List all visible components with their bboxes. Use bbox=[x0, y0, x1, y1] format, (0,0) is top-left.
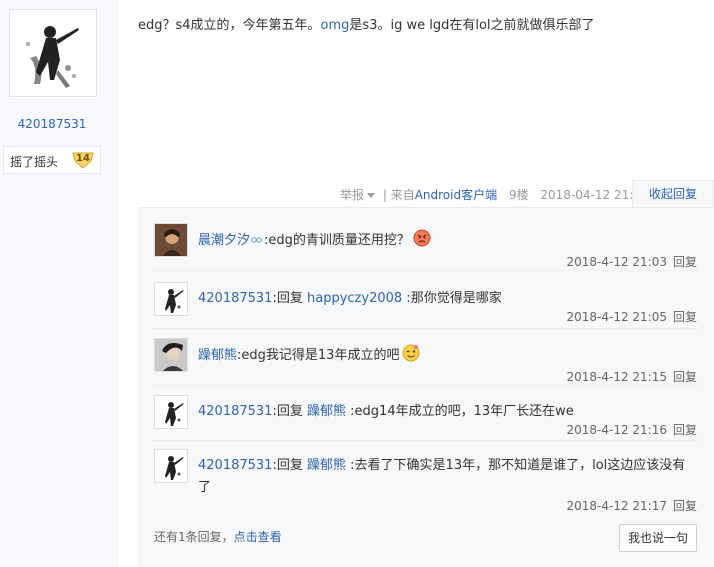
avatar[interactable] bbox=[154, 395, 188, 429]
chevron-down-icon[interactable] bbox=[367, 193, 376, 198]
avatar-portrait-icon bbox=[155, 339, 187, 371]
reply-word: 回复 bbox=[276, 458, 303, 473]
reply-meta: 2018-4-12 21:16 回复 bbox=[566, 421, 697, 438]
reply-to-user[interactable]: 躁郁熊 bbox=[307, 458, 346, 473]
reply-time: 2018-4-12 21:03 bbox=[566, 255, 667, 269]
reply-button[interactable]: 回复 bbox=[673, 310, 697, 324]
avatar[interactable] bbox=[154, 282, 188, 316]
reply-time: 2018-4-12 21:05 bbox=[566, 310, 667, 324]
wink-emoji-icon bbox=[402, 344, 420, 362]
reply-to-user[interactable]: happyczy2008 bbox=[307, 291, 402, 306]
reply-compose-button[interactable]: 我也说一句 bbox=[619, 524, 697, 552]
reply-text: 晨潮夕汐:edg的青训质量还用挖？ bbox=[198, 229, 688, 252]
avatar[interactable] bbox=[154, 338, 188, 372]
reply-content: edg的青训质量还用挖？ bbox=[268, 233, 410, 248]
reply-time: 2018-4-12 21:15 bbox=[566, 370, 667, 384]
floor-number: 9楼 bbox=[508, 188, 529, 202]
avatar[interactable] bbox=[154, 223, 188, 257]
post-meta: 举报 | 来自Android客户端 9楼 2018-04-12 21:03 bbox=[340, 186, 649, 203]
report-button[interactable]: 举报 bbox=[340, 188, 364, 202]
ink-figure-icon bbox=[155, 396, 187, 428]
reply-to-user[interactable]: 躁郁熊 bbox=[307, 404, 346, 419]
post-text-1: edg？s4成立的，今年第五年。 bbox=[138, 18, 321, 33]
collapse-replies-button[interactable]: 收起回复 bbox=[632, 180, 714, 208]
more-replies: 还有1条回复，点击查看 bbox=[154, 528, 282, 545]
reply-content: edg我记得是13年成立的吧 bbox=[241, 348, 400, 363]
divider bbox=[154, 440, 698, 441]
author-sidebar: 420187531 摇了摇头 14 bbox=[0, 0, 118, 567]
vip-icon bbox=[251, 237, 262, 243]
reply-button[interactable]: 回复 bbox=[673, 499, 697, 513]
reply-word: 回复 bbox=[276, 404, 303, 419]
reply-text: 420187531:回复 躁郁熊 :edg14年成立的吧，13年厂长还在we bbox=[198, 401, 688, 423]
more-replies-text: 还有1条回复， bbox=[154, 530, 234, 544]
divider bbox=[154, 385, 698, 386]
reply-meta: 2018-4-12 21:03 回复 bbox=[566, 253, 697, 270]
author-username[interactable]: 420187531 bbox=[0, 117, 104, 131]
reply-content: 那你觉得是哪家 bbox=[410, 291, 502, 306]
reply-meta: 2018-4-12 21:17 回复 bbox=[566, 497, 697, 514]
source-prefix: | 来自 bbox=[382, 188, 415, 202]
post-link-omg[interactable]: omg bbox=[321, 18, 350, 33]
angry-emoji-icon bbox=[413, 229, 431, 247]
level-number: 14 bbox=[76, 153, 90, 164]
reply-button[interactable]: 回复 bbox=[673, 370, 697, 384]
reply-username[interactable]: 晨潮夕汐 bbox=[198, 233, 250, 248]
reply-list: 晨潮夕汐:edg的青训质量还用挖？ 2018-4-12 21:03 回复 4201… bbox=[138, 207, 714, 567]
avatar[interactable] bbox=[154, 449, 188, 483]
reply-text: 躁郁熊:edg我记得是13年成立的吧 bbox=[198, 344, 688, 367]
ink-figure-icon bbox=[10, 10, 96, 96]
reply-button[interactable]: 回复 bbox=[673, 255, 697, 269]
reply-button[interactable]: 回复 bbox=[673, 423, 697, 437]
reply-meta: 2018-4-12 21:15 回复 bbox=[566, 368, 697, 385]
divider bbox=[154, 328, 698, 329]
author-avatar[interactable] bbox=[9, 9, 97, 97]
view-more-link[interactable]: 点击查看 bbox=[234, 530, 282, 544]
reply-meta: 2018-4-12 21:05 回复 bbox=[566, 308, 697, 325]
avatar-portrait-icon bbox=[155, 224, 187, 256]
post-content: edg？s4成立的，今年第五年。omg是s3。ig we lgd在有lol之前就… bbox=[138, 14, 698, 33]
reply-username[interactable]: 420187531 bbox=[198, 458, 272, 473]
reply-word: 回复 bbox=[276, 291, 303, 306]
shake-head-label: 摇了摇头 bbox=[10, 155, 59, 169]
source-link[interactable]: Android客户端 bbox=[415, 188, 497, 202]
reply-username[interactable]: 420187531 bbox=[198, 291, 272, 306]
shake-head-badge[interactable]: 摇了摇头 14 bbox=[3, 146, 101, 174]
reply-time: 2018-4-12 21:16 bbox=[566, 423, 667, 437]
level-badge: 14 bbox=[72, 151, 94, 169]
reply-username[interactable]: 420187531 bbox=[198, 404, 272, 419]
ink-figure-icon bbox=[155, 283, 187, 315]
reply-text: 420187531:回复 happyczy2008 :那你觉得是哪家 bbox=[198, 288, 688, 310]
reply-username[interactable]: 躁郁熊 bbox=[198, 348, 237, 363]
ink-figure-icon bbox=[155, 450, 187, 482]
post-text-2: 是s3。ig we lgd在有lol之前就做俱乐部了 bbox=[349, 18, 595, 33]
reply-time: 2018-4-12 21:17 bbox=[566, 499, 667, 513]
reply-text: 420187531:回复 躁郁熊 :去看了下确实是13年，那不知道是谁了，lol… bbox=[198, 455, 688, 499]
reply-content: edg14年成立的吧，13年厂长还在we bbox=[354, 404, 574, 419]
divider bbox=[154, 270, 698, 271]
